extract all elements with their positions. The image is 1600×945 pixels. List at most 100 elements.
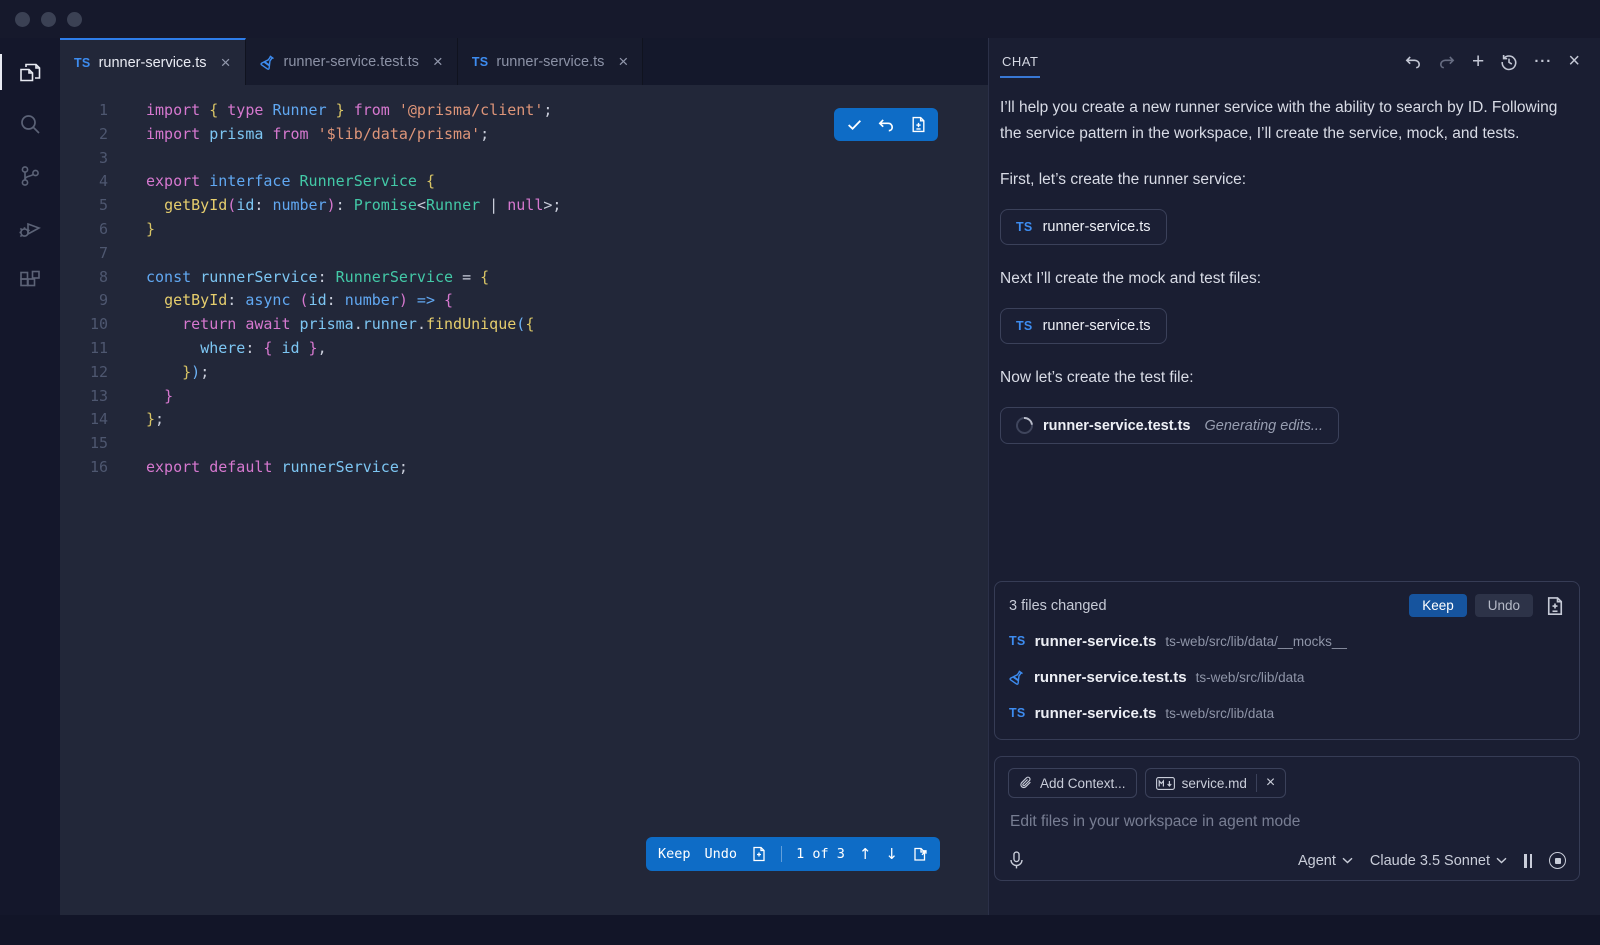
file-chip-generating[interactable]: runner-service.test.ts Generating edits.… [1000, 407, 1339, 444]
microphone-icon[interactable] [1008, 851, 1025, 870]
line-number: 1 [60, 99, 108, 123]
code-line[interactable]: 8const runnerService: RunnerService = { [60, 266, 988, 290]
undo-button[interactable]: Undo [705, 846, 738, 862]
open-diff-icon[interactable] [912, 846, 928, 862]
file-chip-runner-service[interactable]: TS runner-service.ts [1000, 209, 1167, 245]
line-number: 3 [60, 147, 108, 171]
tab-chat[interactable]: CHAT [1000, 46, 1040, 78]
file-path: ts-web/src/lib/data/__mocks__ [1165, 634, 1347, 649]
tab-runner-service-ts[interactable]: TS runner-service.ts × [60, 38, 246, 85]
file-add-icon[interactable] [904, 111, 932, 139]
code-line[interactable]: 13 } [60, 385, 988, 409]
changed-file-row[interactable]: TSrunner-service.tsts-web/src/lib/data/_… [1009, 623, 1565, 659]
close-tab-icon[interactable]: × [618, 53, 628, 70]
file-name: runner-service.ts [1035, 705, 1157, 722]
code-line[interactable]: 12 }); [60, 361, 988, 385]
sidebar-item-search[interactable] [0, 98, 60, 150]
tab-runner-service-test-ts[interactable]: runner-service.test.ts × [246, 38, 458, 85]
code-line[interactable]: 11 where: { id }, [60, 337, 988, 361]
file-name: runner-service.test.ts [1034, 669, 1187, 686]
assistant-message: Now let’s create the test file: [1000, 365, 1578, 391]
zoom-window-button[interactable] [67, 12, 82, 27]
pause-icon[interactable] [1524, 854, 1532, 868]
sidebar-item-run-debug[interactable] [0, 202, 60, 254]
tab-runner-service-ts-2[interactable]: TS runner-service.ts × [458, 38, 644, 85]
code-line[interactable]: 3 [60, 147, 988, 171]
sidebar-item-source-control[interactable] [0, 150, 60, 202]
window-controls [15, 12, 82, 27]
code-line[interactable]: 16export default runnerService; [60, 456, 988, 480]
code-text [108, 147, 146, 171]
typescript-file-icon: TS [472, 55, 489, 69]
code-line[interactable]: 10 return await prisma.runner.findUnique… [60, 313, 988, 337]
tab-label: runner-service.test.ts [284, 54, 419, 70]
status-bar [0, 915, 1600, 945]
view-diff-icon[interactable] [1545, 596, 1565, 616]
paperclip-icon [1019, 776, 1033, 790]
files-changed-summary: 3 files changed [1009, 598, 1107, 614]
code-text: export interface RunnerService { [108, 170, 435, 194]
file-name: runner-service.ts [1035, 633, 1157, 650]
context-attachment-chip[interactable]: service.md × [1145, 768, 1287, 798]
code-line[interactable]: 4export interface RunnerService { [60, 170, 988, 194]
typescript-file-icon: TS [1009, 706, 1026, 720]
file-path: ts-web/src/lib/data [1196, 670, 1305, 685]
mode-picker[interactable]: Agent [1298, 853, 1353, 869]
code-text: } [108, 218, 155, 242]
undo-icon[interactable] [1404, 53, 1422, 71]
code-text: }; [108, 408, 164, 432]
previous-change-icon[interactable]: ↑ [859, 845, 872, 863]
code-line[interactable]: 15 [60, 432, 988, 456]
history-icon[interactable] [1500, 53, 1518, 71]
code-line[interactable]: 5 getById(id: number): Promise<Runner | … [60, 194, 988, 218]
file-chip-label: runner-service.ts [1043, 318, 1151, 334]
changed-file-row[interactable]: runner-service.test.ts ts-web/src/lib/dat… [1009, 659, 1565, 695]
stop-icon[interactable] [1549, 852, 1566, 869]
keep-button[interactable]: Keep [658, 846, 691, 862]
file-add-icon[interactable] [751, 846, 767, 862]
add-context-button[interactable]: Add Context... [1008, 768, 1137, 798]
close-tab-icon[interactable]: × [433, 53, 443, 70]
minimize-window-button[interactable] [41, 12, 56, 27]
code-text: import { type Runner } from '@prisma/cli… [108, 99, 552, 123]
redo-icon[interactable] [1438, 53, 1456, 71]
chat-input-box[interactable]: Add Context... service.md × Edit files i… [994, 756, 1580, 881]
changed-file-row[interactable]: TS runner-service.ts ts-web/src/lib/data [1009, 695, 1565, 731]
accept-check-icon[interactable] [840, 111, 868, 139]
close-panel-icon[interactable]: × [1568, 50, 1580, 73]
assistant-message: First, let’s create the runner service: [1000, 167, 1578, 193]
code-line[interactable]: 9 getById: async (id: number) => { [60, 289, 988, 313]
code-editor[interactable]: 1import { type Runner } from '@prisma/cl… [60, 85, 988, 915]
remove-attachment-icon[interactable]: × [1256, 774, 1275, 792]
more-actions-icon[interactable]: ··· [1534, 53, 1552, 70]
code-line[interactable]: 6} [60, 218, 988, 242]
code-line[interactable]: 7 [60, 242, 988, 266]
keep-all-button[interactable]: Keep [1409, 594, 1467, 617]
close-window-button[interactable] [15, 12, 30, 27]
inline-edit-toolbar [834, 108, 938, 141]
debug-icon [17, 215, 43, 241]
file-chip-runner-service-mock[interactable]: TS runner-service.ts [1000, 308, 1167, 344]
line-number: 10 [60, 313, 108, 337]
undo-all-button[interactable]: Undo [1475, 594, 1533, 617]
code-text: getById(id: number): Promise<Runner | nu… [108, 194, 561, 218]
files-changed-panel: 3 files changed Keep Undo TS runner-servi… [994, 581, 1580, 740]
discard-undo-icon[interactable] [872, 111, 900, 139]
mode-label: Agent [1298, 853, 1336, 869]
close-tab-icon[interactable]: × [221, 54, 231, 71]
chat-header: CHAT + ··· × [989, 38, 1600, 85]
line-number: 11 [60, 337, 108, 361]
file-path: ts-web/src/lib/data [1165, 706, 1274, 721]
new-chat-icon[interactable]: + [1472, 50, 1484, 74]
model-picker[interactable]: Claude 3.5 Sonnet [1370, 853, 1507, 869]
sidebar-item-extensions[interactable] [0, 254, 60, 306]
code-line[interactable]: 14}; [60, 408, 988, 432]
chat-input-placeholder[interactable]: Edit files in your workspace in agent mo… [1010, 813, 1566, 831]
sidebar-item-explorer[interactable] [0, 46, 60, 98]
next-change-icon[interactable]: ↓ [885, 845, 898, 863]
git-branch-icon [17, 163, 43, 189]
attachment-label: service.md [1182, 776, 1247, 791]
code-text [108, 242, 146, 266]
files-changed-list: TS runner-service.ts ts-web/src/lib/data/_… [1009, 623, 1565, 731]
line-number: 15 [60, 432, 108, 456]
